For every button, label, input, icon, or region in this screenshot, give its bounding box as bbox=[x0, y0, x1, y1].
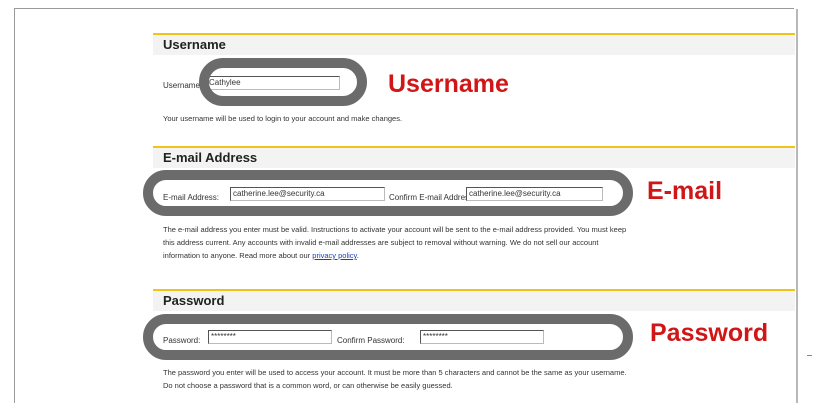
email-callout: E-mail bbox=[647, 177, 723, 205]
email-help-period: . bbox=[356, 251, 359, 260]
confirm-password-label: Confirm Password: bbox=[337, 336, 405, 345]
confirm-email-label: Confirm E-mail Address: bbox=[389, 193, 476, 202]
email-help-line-1: The e-mail address you enter must be val… bbox=[163, 225, 627, 234]
confirm-password-input[interactable]: ******** bbox=[420, 330, 544, 344]
email-help-line-3: information to anyone. Read more about o… bbox=[163, 249, 626, 262]
privacy-policy-link[interactable]: privacy policy bbox=[312, 251, 356, 260]
password-help-line-1: The password you enter will be used to a… bbox=[163, 368, 627, 377]
email-help-text: The e-mail address you enter must be val… bbox=[163, 223, 626, 262]
username-help-text: Your username will be used to login to y… bbox=[163, 114, 403, 123]
password-help-text: The password you enter will be used to a… bbox=[163, 366, 627, 392]
email-help-line-2: this address current. Any accounts with … bbox=[163, 238, 599, 247]
email-help-line-3-text: information to anyone. Read more about o… bbox=[163, 251, 311, 260]
confirm-email-input[interactable]: catherine.lee@security.ca bbox=[466, 187, 603, 201]
password-help-line-2: Do not choose a password that is a commo… bbox=[163, 381, 453, 390]
section-title-password: Password bbox=[153, 289, 795, 311]
email-input[interactable]: catherine.lee@security.ca bbox=[230, 187, 385, 201]
section-title-username: Username bbox=[153, 33, 795, 55]
username-callout: Username bbox=[388, 70, 509, 98]
username-label: Username: bbox=[163, 81, 203, 90]
password-callout: Password bbox=[650, 319, 769, 347]
username-input[interactable]: Cathylee bbox=[206, 76, 340, 90]
scrollbar-tick bbox=[807, 355, 812, 356]
password-input[interactable]: ******** bbox=[208, 330, 332, 344]
section-title-email: E-mail Address bbox=[153, 146, 795, 168]
email-label: E-mail Address: bbox=[163, 193, 220, 202]
password-label: Password: bbox=[163, 336, 201, 345]
